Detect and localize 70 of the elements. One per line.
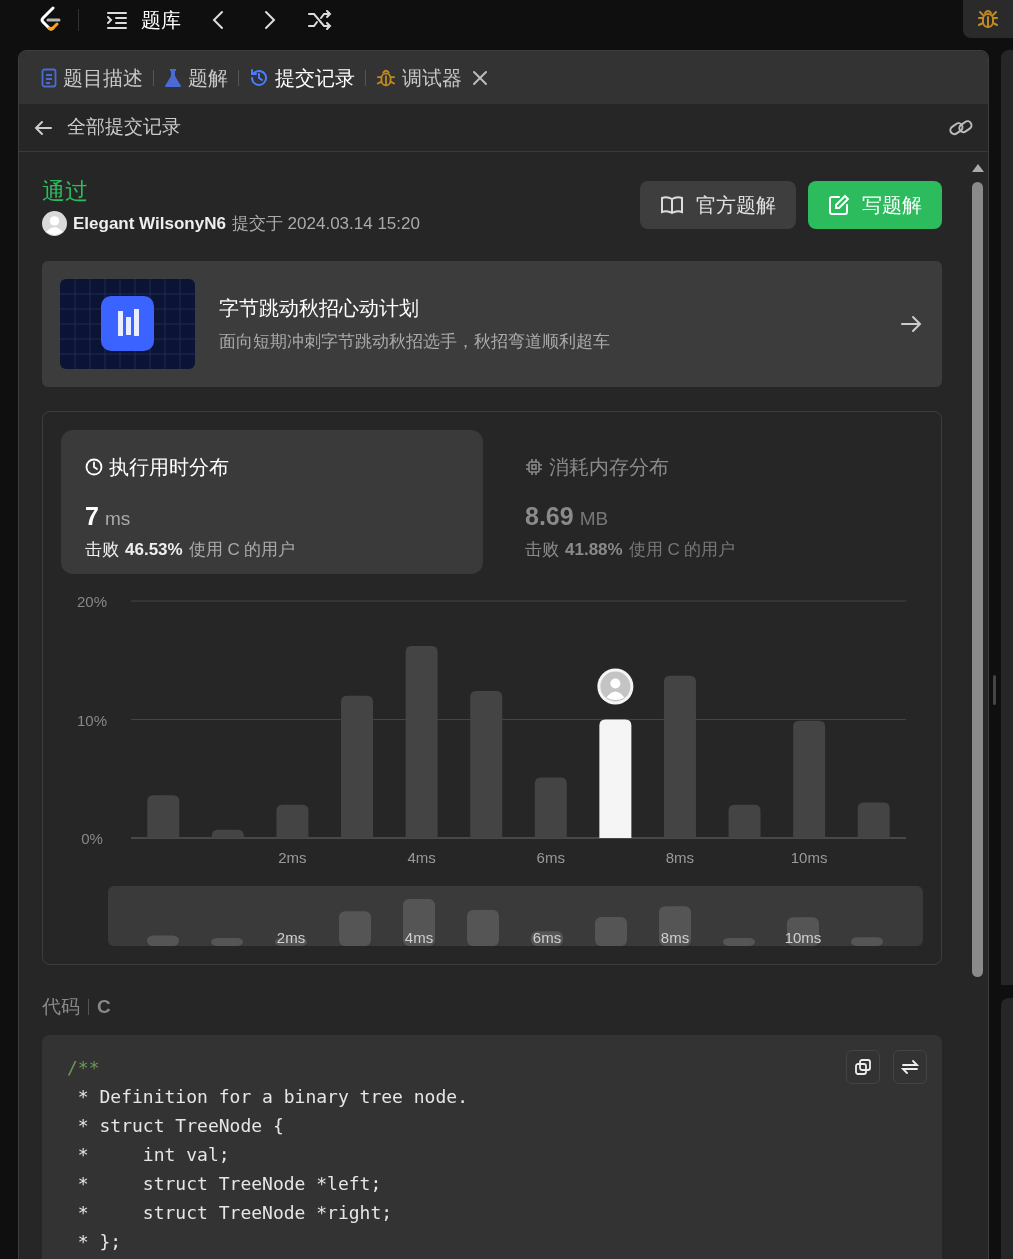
code-line: /** [67, 1056, 100, 1080]
history-icon [249, 67, 269, 88]
beat-percent: 46.53% [125, 539, 183, 561]
shuffle-icon[interactable] [307, 8, 333, 32]
tab[interactable]: 题解 [162, 62, 230, 93]
code-label: 代码 [42, 994, 80, 1019]
x-tick-label: 8ms [665, 848, 695, 866]
stat-card[interactable]: 执行用时分布 7 ms 击败 46.53% 使用 C 的用户 [61, 429, 483, 574]
close-icon[interactable] [472, 69, 488, 86]
y-tick-label: 10% [77, 711, 107, 728]
user-name[interactable]: Elegant WilsonyN6 [73, 211, 226, 237]
chart-bar[interactable] [599, 719, 632, 838]
range-brush[interactable]: 2ms 4ms 6ms 8ms 10ms [108, 885, 923, 946]
arrow-right-icon[interactable] [900, 313, 922, 334]
tab[interactable]: 题目描述 [39, 62, 145, 93]
copy-icon [854, 1058, 872, 1076]
brush-label: 6ms [532, 928, 562, 946]
beat-label: 击败 [85, 539, 119, 561]
official-solution-button[interactable]: 官方题解 [640, 181, 796, 229]
stat-value: 7 [85, 500, 99, 532]
swap-button[interactable] [893, 1050, 927, 1084]
stat-unit: MB [579, 506, 609, 531]
avatar-icon [42, 211, 67, 237]
beat-suffix: 使用 C 的用户 [188, 539, 296, 561]
x-tick-label: 2ms [278, 848, 307, 866]
debug-button[interactable] [963, 0, 1013, 38]
brush-label: 10ms [784, 928, 822, 946]
code-line: * int val; [76, 1143, 230, 1167]
banner-subtitle: 面向短期冲刺字节跳动秋招选手，秋招弯道顺利超车 [219, 330, 610, 353]
stat-title: 执行用时分布 [109, 454, 229, 480]
x-tick-label: 6ms [536, 848, 565, 866]
brush-label: 2ms [276, 928, 306, 946]
chip-icon [525, 457, 543, 476]
promo-banner[interactable]: 字节跳动秋招心动计划 面向短期冲刺字节跳动秋招选手，秋招弯道顺利超车 [42, 260, 942, 387]
stat-value: 8.69 [525, 500, 574, 532]
document-icon [41, 67, 57, 88]
language-label: C [97, 994, 111, 1019]
beat-suffix: 使用 C 的用户 [628, 539, 736, 561]
stat-title: 消耗内存分布 [549, 454, 669, 480]
flask-icon [164, 67, 182, 88]
code-line: * struct TreeNode *right; [76, 1201, 393, 1225]
y-tick-label: 0% [81, 829, 103, 847]
problem-list-button[interactable]: 题库 [105, 5, 181, 35]
brush-label: 8ms [660, 928, 690, 946]
code-line: * Definition for a binary tree node. [76, 1085, 468, 1109]
stat-card[interactable]: 消耗内存分布 8.69 MB 击败 41.88% 使用 C 的用户 [483, 429, 905, 574]
bug-icon [977, 8, 999, 30]
beat-label: 击败 [525, 539, 559, 561]
page-title: 全部提交记录 [67, 115, 181, 140]
copy-button[interactable] [846, 1050, 880, 1084]
status-text: 通过 [42, 177, 89, 206]
tab[interactable]: 调试器 [374, 62, 464, 93]
code-line: * }; [76, 1230, 122, 1254]
resize-handle[interactable] [993, 675, 996, 705]
book-icon [660, 195, 684, 215]
code-line: * struct TreeNode { [76, 1114, 284, 1138]
banner-title: 字节跳动秋招心动计划 [219, 295, 420, 321]
bug-icon [376, 67, 396, 88]
code-line: * struct TreeNode *left; [76, 1172, 382, 1196]
brush-label: 4ms [404, 928, 434, 946]
y-tick-label: 20% [77, 592, 107, 610]
swap-icon [901, 1058, 919, 1076]
stat-unit: ms [104, 506, 131, 531]
tab[interactable]: 提交记录 [247, 62, 357, 93]
edit-icon [828, 194, 850, 216]
x-tick-label: 10ms [790, 848, 828, 866]
beat-percent: 41.88% [565, 539, 623, 561]
clock-icon [85, 457, 103, 476]
x-tick-label: 4ms [407, 848, 436, 866]
submission-time: 提交于 2024.03.14 15:20 [231, 213, 420, 235]
